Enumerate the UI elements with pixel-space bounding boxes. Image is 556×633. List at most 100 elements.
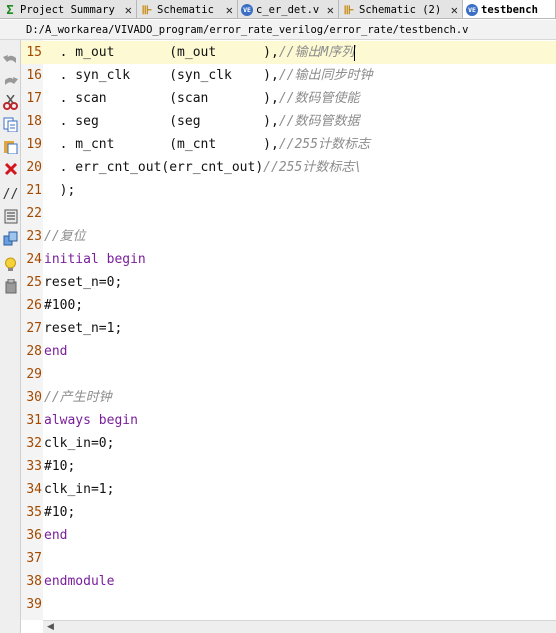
line-number: 30: [26, 390, 42, 405]
code-text: reset_n=0;: [44, 271, 122, 294]
undo-icon[interactable]: [2, 51, 19, 68]
line-number: 24: [26, 252, 42, 267]
close-icon[interactable]: ✕: [125, 3, 132, 17]
code-segment: reset_n=1;: [44, 321, 123, 336]
line-number: 33: [26, 459, 42, 474]
code-line[interactable]: 26 #100;: [21, 294, 556, 317]
code-segment: );: [44, 183, 76, 198]
line-number: 38: [26, 574, 42, 589]
bulb-icon[interactable]: [2, 256, 19, 273]
close-icon[interactable]: ✕: [327, 3, 334, 17]
text-caret: [354, 44, 356, 61]
line-number: 20: [26, 160, 42, 175]
cut-icon[interactable]: [2, 94, 19, 111]
code-line[interactable]: 19 . m_cnt (m_cnt ),//255计数标志: [21, 133, 556, 156]
code-line[interactable]: 21 );: [21, 179, 556, 202]
line-number: 23: [26, 229, 42, 244]
tab-label: Schematic (2): [359, 3, 442, 16]
tab-schematic-2[interactable]: ⊪ Schematic (2) ✕: [339, 0, 463, 18]
tab-label: Project Summary: [20, 3, 115, 16]
grid-icon[interactable]: [2, 208, 19, 225]
file-path-bar: D:/A_workarea/VIVADO_program/error_rate_…: [0, 20, 556, 40]
tab-testbench[interactable]: VE testbench: [463, 0, 556, 18]
line-number: 16: [26, 68, 42, 83]
code-line[interactable]: 35 #10;: [21, 501, 556, 524]
line-number: 27: [26, 321, 42, 336]
code-line[interactable]: 17 . scan (scan ),//数码管使能: [21, 87, 556, 110]
code-text: . seg (seg ),//数码管数据: [44, 110, 360, 133]
editor-tab-bar: Σ Project Summary ✕ ⊪ Schematic ✕ VE c_e…: [0, 0, 556, 19]
code-line[interactable]: 31 always begin: [21, 409, 556, 432]
code-keyword: endmodule: [44, 574, 115, 589]
code-line[interactable]: 20 . err_cnt_out(err_cnt_out)//255计数标志\: [21, 156, 556, 179]
module-icon[interactable]: [2, 230, 19, 247]
code-comment: //255计数标志: [278, 137, 370, 152]
code-comment: //输出M序列: [278, 45, 355, 60]
tab-c-er-det[interactable]: VE c_er_det.v ✕: [238, 0, 339, 18]
code-comment: //255计数标志\: [263, 160, 363, 175]
code-line[interactable]: 34 clk_in=1;: [21, 478, 556, 501]
code-line[interactable]: 29: [21, 363, 556, 386]
line-number: 22: [26, 206, 42, 221]
code-line[interactable]: 39: [21, 593, 556, 616]
code-comment: //输出同步时钟: [278, 68, 373, 83]
code-segment: #100;: [44, 298, 84, 313]
tab-label: c_er_det.v: [256, 3, 320, 16]
code-text: #10;: [44, 501, 75, 524]
sigma-icon: Σ: [6, 2, 14, 17]
line-number: 21: [26, 183, 42, 198]
code-text: endmodule: [44, 570, 114, 593]
scroll-left-icon[interactable]: ◀: [47, 621, 54, 633]
code-editor[interactable]: 15 . m_out (m_out ),//输出M序列 16 . syn_clk …: [21, 40, 556, 620]
code-text: );: [44, 179, 76, 202]
code-segment: . m_cnt (m_cnt ),: [44, 137, 279, 152]
schematic-icon: ⊪: [141, 2, 153, 17]
verilog-file-icon: VE: [241, 3, 253, 16]
code-keyword: end: [44, 528, 68, 543]
code-line[interactable]: 36 end: [21, 524, 556, 547]
line-number: 37: [26, 551, 42, 566]
code-line[interactable]: 32 clk_in=0;: [21, 432, 556, 455]
code-text: //复位: [44, 225, 86, 248]
close-icon[interactable]: ✕: [226, 3, 233, 17]
horizontal-scrollbar[interactable]: ◀: [43, 620, 556, 633]
code-line[interactable]: 33 #10;: [21, 455, 556, 478]
redo-icon[interactable]: [2, 73, 19, 90]
copy-icon[interactable]: [2, 116, 19, 133]
code-line[interactable]: 15 . m_out (m_out ),//输出M序列: [21, 41, 556, 64]
code-segment: reset_n=0;: [44, 275, 123, 290]
code-line[interactable]: 27 reset_n=1;: [21, 317, 556, 340]
code-line[interactable]: 22: [21, 202, 556, 225]
code-line[interactable]: 24 initial begin: [21, 248, 556, 271]
code-line[interactable]: 16 . syn_clk (syn_clk ),//输出同步时钟: [21, 64, 556, 87]
code-line[interactable]: 18 . seg (seg ),//数码管数据: [21, 110, 556, 133]
delete-icon[interactable]: [2, 160, 19, 177]
line-number: 19: [26, 137, 42, 152]
verilog-file-icon: VE: [466, 3, 478, 16]
paste-icon[interactable]: [2, 138, 19, 155]
code-keyword: end: [44, 344, 68, 359]
code-line[interactable]: 38 endmodule: [21, 570, 556, 593]
code-segment: clk_in=1;: [44, 482, 115, 497]
comment-icon[interactable]: //: [2, 186, 19, 203]
tab-schematic[interactable]: ⊪ Schematic ✕: [137, 0, 238, 18]
code-line[interactable]: 37: [21, 547, 556, 570]
close-icon[interactable]: ✕: [451, 3, 458, 17]
code-text: #10;: [44, 455, 75, 478]
code-line[interactable]: 23//复位: [21, 225, 556, 248]
line-number: 36: [26, 528, 42, 543]
tab-label: testbench: [481, 3, 538, 16]
code-line[interactable]: 30//产生时钟: [21, 386, 556, 409]
stamp-icon[interactable]: [2, 278, 19, 295]
line-number: 28: [26, 344, 42, 359]
schematic-icon: ⊪: [343, 2, 355, 17]
code-segment: clk_in=0;: [44, 436, 115, 451]
code-comment: //复位: [44, 229, 86, 244]
code-line[interactable]: 28 end: [21, 340, 556, 363]
line-number: 15: [26, 45, 42, 60]
line-number: 26: [26, 298, 42, 313]
code-line[interactable]: 25 reset_n=0;: [21, 271, 556, 294]
tab-project-summary[interactable]: Σ Project Summary ✕: [0, 0, 137, 18]
code-text: end: [44, 340, 67, 363]
editor-toolbar: //: [0, 20, 21, 633]
